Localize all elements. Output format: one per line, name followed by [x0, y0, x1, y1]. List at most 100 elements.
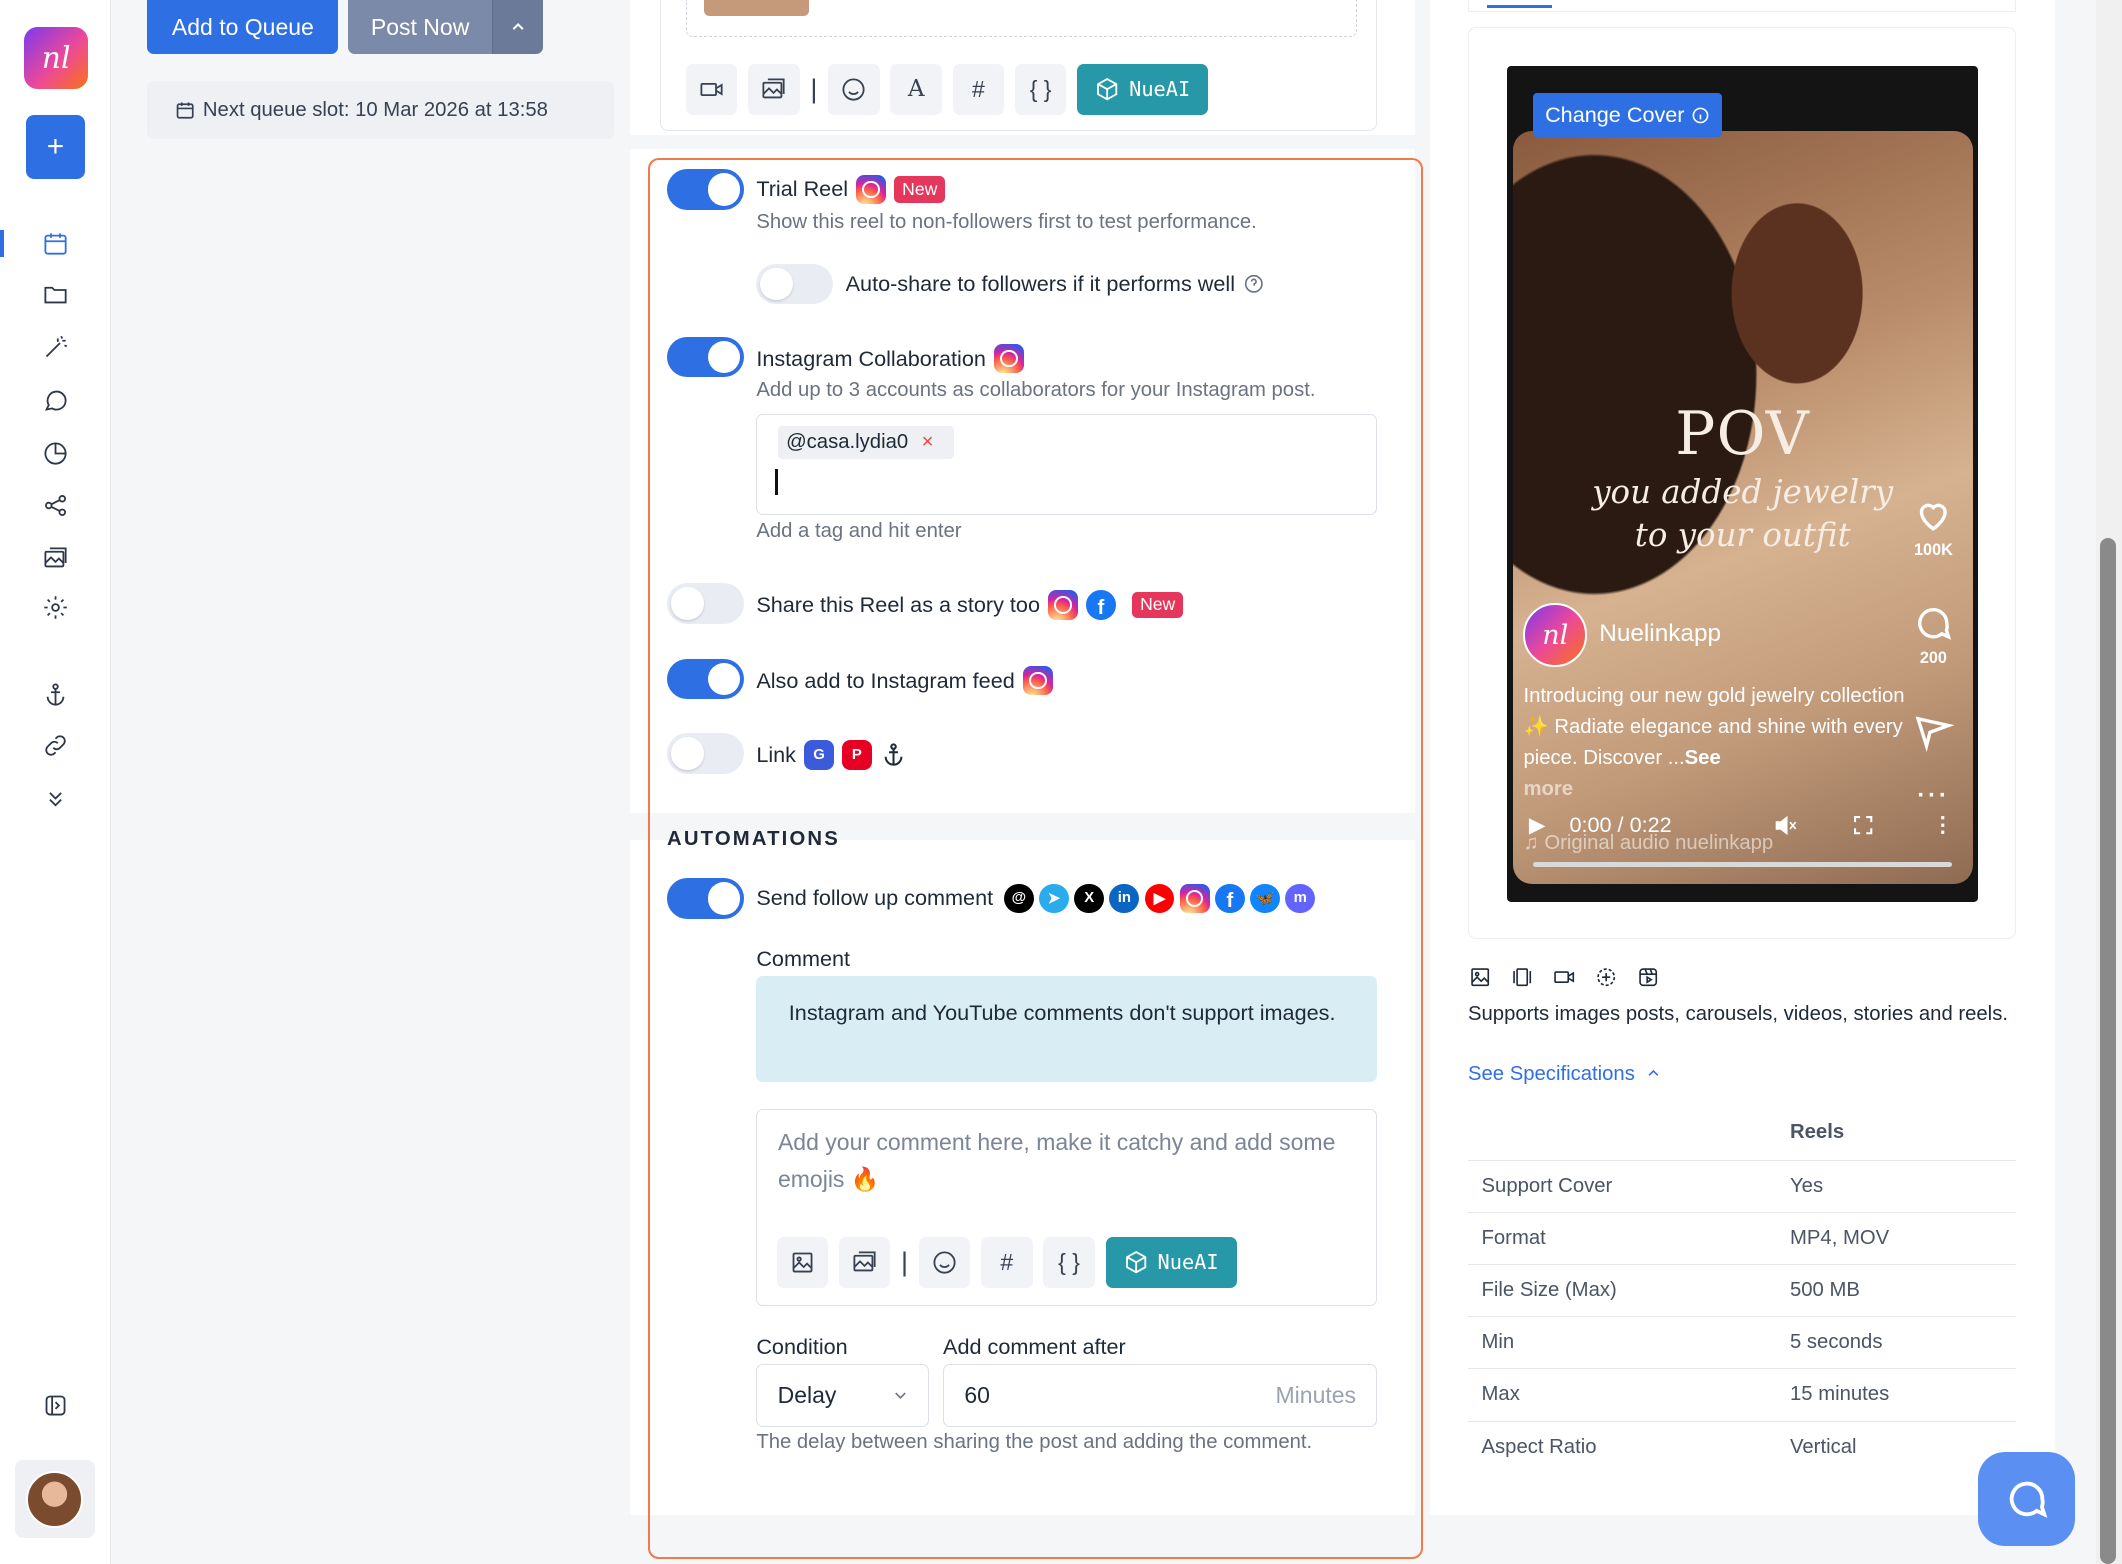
comments-count: 200 [1919, 649, 1947, 668]
avatar [26, 1470, 84, 1528]
spec-key: Format [1481, 1226, 1546, 1249]
like-control: 100K [1909, 495, 1958, 560]
ai-cube-icon [1097, 78, 1118, 101]
play-icon[interactable]: ▶ [1529, 812, 1570, 838]
more-dots-icon: ··· [1917, 782, 1950, 810]
spec-key: Support Cover [1481, 1174, 1613, 1197]
add-to-queue-button[interactable]: Add to Queue [147, 0, 339, 55]
post-options-button[interactable] [492, 0, 543, 55]
images-icon[interactable] [39, 543, 71, 575]
pie-chart-icon[interactable] [39, 437, 71, 469]
folder-icon[interactable] [39, 279, 71, 311]
image-icon [1471, 967, 1490, 986]
share-icon[interactable] [39, 490, 71, 522]
see-spec-label: See Specifications [1468, 1063, 1635, 1086]
variables-icon[interactable]: { } [1014, 63, 1067, 115]
video-progress[interactable] [1532, 861, 1953, 868]
caption-see: See [1684, 746, 1721, 769]
info-icon [1692, 107, 1709, 123]
collapse-sidebar-icon[interactable] [39, 1390, 71, 1422]
format-icons [1468, 965, 1660, 989]
scrollbar-thumb[interactable] [2099, 538, 2117, 1564]
comment-bubble-icon [1918, 608, 1952, 641]
see-specifications-link[interactable]: See Specifications [1468, 1063, 1661, 1086]
table-row: Format MP4, MOV [1468, 1211, 2016, 1264]
gear-icon[interactable] [39, 591, 71, 623]
gallery-icon[interactable] [748, 63, 800, 115]
magic-wand-icon[interactable] [39, 331, 71, 363]
anchor-icon[interactable] [39, 678, 71, 710]
app-logo[interactable]: nl [24, 27, 88, 90]
profile-name: Nuelinkapp [1599, 619, 1722, 647]
post-now-button[interactable]: Post Now [347, 0, 493, 55]
spec-header: Reels [1468, 1105, 2016, 1159]
send-icon [1909, 712, 1958, 758]
reels-icon [1638, 967, 1657, 986]
chat-icon[interactable] [39, 384, 71, 416]
table-row: Support Cover Yes [1468, 1159, 2016, 1212]
next-queue-slot: Next queue slot: 10 Mar 2026 at 13:58 [147, 81, 615, 140]
reel-overlay-text: POV you added jewelry to your outfit [1507, 400, 1978, 556]
carousel-icon [1513, 967, 1532, 986]
spec-value: MP4, MOV [1790, 1226, 1890, 1249]
nueai-button[interactable]: NueAI [1077, 63, 1209, 115]
change-cover-button[interactable]: Change Cover [1532, 93, 1723, 137]
table-row: Aspect Ratio Vertical [1468, 1420, 2016, 1473]
spec-value: 15 minutes [1790, 1383, 1890, 1406]
active-preview-tab[interactable] [1486, 5, 1552, 9]
caption-more: more [1523, 777, 1574, 800]
table-row: Min 5 seconds [1468, 1316, 2016, 1368]
nueai-label: NueAI [1129, 77, 1191, 102]
table-row: File Size (Max) 500 MB [1468, 1263, 2016, 1316]
story-icon [1597, 967, 1615, 986]
chevron-up-icon [512, 22, 524, 30]
reel-caption: Introducing our new gold jewelry collect… [1523, 681, 1909, 806]
active-indicator [0, 230, 5, 258]
table-row: Max 15 minutes [1468, 1368, 2016, 1420]
highlight-outline [648, 158, 1424, 1559]
video-time: 0:00 / 0:22 [1569, 812, 1672, 838]
spec-key: Max [1481, 1383, 1520, 1406]
spec-value: 5 seconds [1790, 1331, 1883, 1354]
spec-table: Reels Support Cover Yes Format MP4, MOV Fi… [1468, 1105, 2016, 1472]
toolbar-separator: | [810, 73, 818, 104]
calendar-icon[interactable] [39, 227, 71, 259]
video-icon [1554, 970, 1574, 983]
mute-icon[interactable] [1772, 812, 1799, 839]
profile-avatar: nl [1523, 603, 1588, 668]
media-thumbnail[interactable] [703, 0, 810, 17]
sidebar: nl + [0, 0, 111, 1564]
spec-value: Vertical [1790, 1435, 1857, 1458]
spec-key: Min [1481, 1331, 1515, 1354]
fullscreen-icon[interactable] [1851, 813, 1875, 837]
chevron-up-icon [1648, 1069, 1659, 1076]
video-icon[interactable] [685, 63, 738, 115]
spec-key: Aspect Ratio [1481, 1435, 1597, 1458]
chevrons-down-icon[interactable] [39, 782, 71, 814]
comment-control: 200 [1909, 603, 1958, 668]
support-chat-button[interactable] [1978, 1451, 2076, 1547]
supports-text: Supports images posts, carousels, videos… [1468, 1002, 2008, 1025]
editor-toolbar: | A # { } NueAI [685, 63, 1209, 115]
likes-count: 100K [1914, 540, 1953, 559]
font-style-icon[interactable]: A [890, 63, 942, 115]
pov-line-2: to your outfit [1634, 516, 1851, 555]
user-avatar-button[interactable] [14, 1459, 95, 1539]
link-icon[interactable] [39, 729, 71, 761]
spec-value: 500 MB [1790, 1279, 1860, 1302]
video-controls: ▶ 0:00 / 0:22 ⋮ [1529, 809, 1959, 841]
chat-bubble-icon [2009, 1481, 2048, 1518]
pov-line-1: you added jewelry [1592, 473, 1894, 512]
spec-key: File Size (Max) [1481, 1279, 1617, 1302]
emoji-icon[interactable] [828, 63, 880, 115]
create-post-button[interactable]: + [25, 115, 86, 179]
spec-value: Yes [1790, 1174, 1824, 1197]
calendar-icon [176, 102, 194, 119]
spec-col-header: Reels [1790, 1120, 1845, 1143]
heart-icon [1919, 503, 1947, 532]
hashtag-icon[interactable]: # [952, 63, 1005, 115]
next-slot-text: Next queue slot: 10 Mar 2026 at 13:58 [202, 98, 548, 121]
kebab-icon[interactable]: ⋮ [1932, 812, 1954, 838]
pov-title: POV [1675, 400, 1811, 470]
change-cover-label: Change Cover [1545, 101, 1685, 127]
